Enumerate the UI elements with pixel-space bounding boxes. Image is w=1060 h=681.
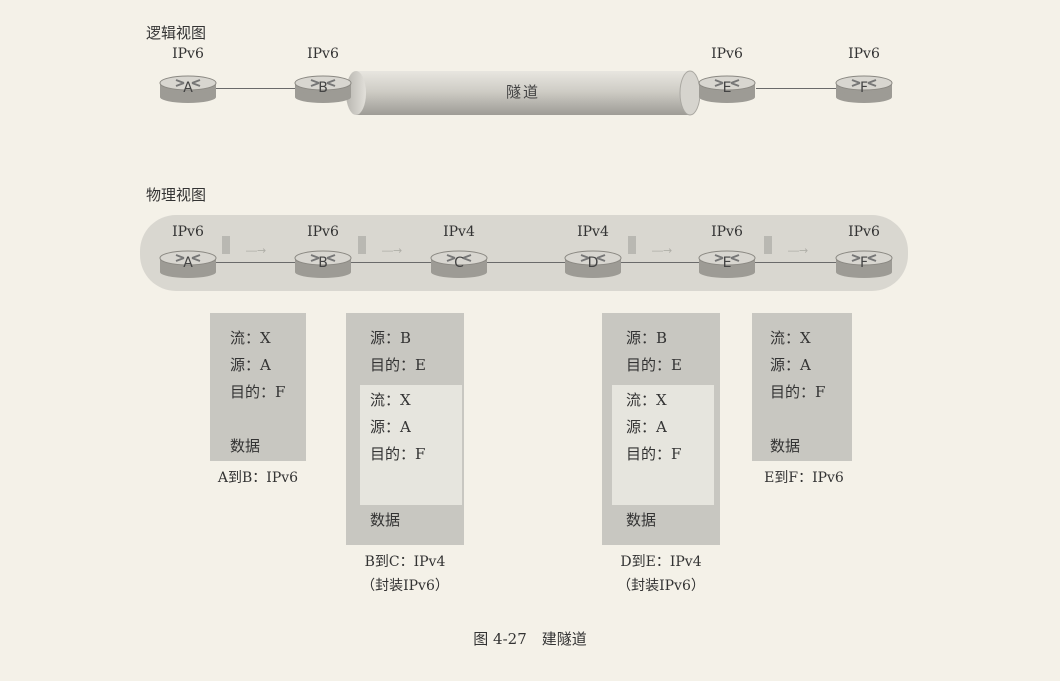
- packet-de-src: 源：A: [626, 418, 667, 436]
- packet-ef-dst: 目的：F: [770, 383, 826, 401]
- packet-bc-encapsulated: 流：X 源：A 目的：F: [360, 385, 462, 505]
- logical-router-a-icon: A: [158, 73, 218, 103]
- logical-router-e-proto: IPv6: [711, 46, 743, 62]
- logical-router-e-icon: E: [697, 73, 757, 103]
- physical-router-e-proto: IPv6: [711, 224, 743, 240]
- packet-ef-caption: E到F：IPv6: [764, 470, 844, 486]
- packet-icon-bc: [358, 236, 366, 254]
- physical-router-d-label: D: [587, 255, 599, 271]
- physical-router-f-label: F: [859, 255, 869, 271]
- physical-router-b-label: B: [318, 255, 328, 271]
- packet-ef-data: 数据: [770, 437, 801, 455]
- packet-ab-src: 源：A: [230, 356, 271, 374]
- packet-bc-caption-line1: B到C：IPv4: [364, 554, 446, 570]
- packet-bc-outer-src: 源：B: [370, 329, 412, 347]
- packet-bc-src: 源：A: [370, 418, 411, 436]
- logical-link-a-b: [216, 88, 296, 89]
- packet-ef-flow: 流：X: [770, 329, 811, 347]
- logical-link-e-f: [756, 88, 838, 89]
- packet-bc-outer-dst: 目的：E: [370, 356, 426, 374]
- logical-router-f-icon: F: [834, 73, 894, 103]
- packet-a-b: 流：X 源：A 目的：F 数据: [210, 313, 306, 461]
- packet-bc-caption-line2: （封装IPv6）: [361, 578, 449, 594]
- arrow-ef-icon: ―→: [788, 244, 809, 257]
- packet-ab-data: 数据: [230, 437, 261, 455]
- packet-b-c: 源：B 目的：E 流：X 源：A 目的：F 数据: [346, 313, 464, 545]
- packet-ab-dst: 目的：F: [230, 383, 286, 401]
- arrow-de-icon: ―→: [652, 244, 673, 257]
- packet-icon-ef: [764, 236, 772, 254]
- logical-router-b-label: B: [318, 80, 328, 96]
- logical-view-title: 逻辑视图: [146, 24, 207, 42]
- logical-router-f-label: F: [859, 80, 869, 96]
- packet-de-data: 数据: [626, 511, 657, 529]
- physical-router-a-proto: IPv6: [172, 224, 204, 240]
- physical-router-f-icon: F: [834, 248, 894, 278]
- packet-icon-de: [628, 236, 636, 254]
- packet-de-flow: 流：X: [626, 391, 667, 409]
- packet-de-encapsulated: 流：X 源：A 目的：F: [612, 385, 714, 505]
- physical-router-f-proto: IPv6: [848, 224, 880, 240]
- packet-ef-src: 源：A: [770, 356, 811, 374]
- physical-router-d-icon: D: [563, 248, 623, 278]
- physical-router-c-proto: IPv4: [443, 224, 475, 240]
- packet-de-dst: 目的：F: [626, 445, 682, 463]
- physical-router-d-proto: IPv4: [577, 224, 609, 240]
- physical-router-e-label: E: [722, 255, 732, 271]
- packet-ab-flow: 流：X: [230, 329, 271, 347]
- logical-router-e-label: E: [722, 80, 732, 96]
- physical-router-b-icon: B: [293, 248, 353, 278]
- physical-router-a-icon: A: [158, 248, 218, 278]
- arrow-bc-icon: ―→: [382, 244, 403, 257]
- figure-caption: 图 4-27 建隧道: [473, 630, 587, 648]
- physical-router-c-icon: C: [429, 248, 489, 278]
- physical-router-a-label: A: [183, 255, 193, 271]
- packet-ab-caption: A到B：IPv6: [217, 470, 299, 486]
- physical-router-b-proto: IPv6: [307, 224, 339, 240]
- packet-e-f: 流：X 源：A 目的：F 数据: [752, 313, 852, 461]
- logical-router-b-icon: B: [293, 73, 353, 103]
- tunnel: 隧道: [346, 67, 701, 119]
- physical-router-c-label: C: [454, 255, 464, 271]
- packet-icon-ab: [222, 236, 230, 254]
- packet-de-caption-line2: （封装IPv6）: [617, 578, 705, 594]
- physical-view-title: 物理视图: [146, 186, 207, 204]
- packet-bc-data: 数据: [370, 511, 401, 529]
- logical-router-b-proto: IPv6: [307, 46, 339, 62]
- packet-de-outer-dst: 目的：E: [626, 356, 682, 374]
- logical-router-a-proto: IPv6: [172, 46, 204, 62]
- tunnel-label: 隧道: [505, 83, 540, 101]
- physical-link: [190, 262, 870, 263]
- logical-router-a-label: A: [183, 80, 193, 96]
- packet-de-outer-src: 源：B: [626, 329, 668, 347]
- logical-router-f-proto: IPv6: [848, 46, 880, 62]
- arrow-ab-icon: ―→: [246, 244, 267, 257]
- packet-d-e: 源：B 目的：E 流：X 源：A 目的：F 数据: [602, 313, 720, 545]
- packet-bc-dst: 目的：F: [370, 445, 426, 463]
- packet-de-caption-line1: D到E：IPv4: [620, 554, 702, 570]
- physical-router-e-icon: E: [697, 248, 757, 278]
- packet-bc-flow: 流：X: [370, 391, 411, 409]
